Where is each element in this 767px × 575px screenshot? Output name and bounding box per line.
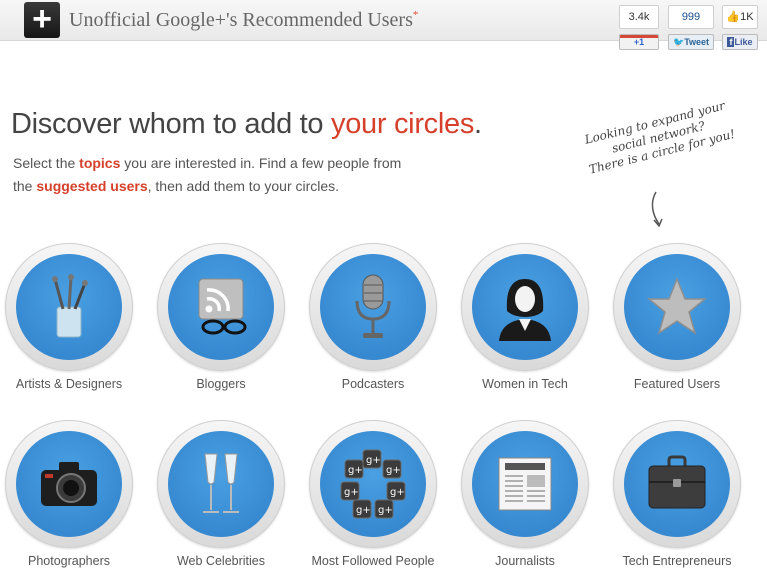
- category-ring[interactable]: [5, 243, 133, 371]
- category-disc: [624, 431, 730, 537]
- category-web-celebrities[interactable]: Web Celebrities: [146, 420, 296, 568]
- category-ring[interactable]: [461, 243, 589, 371]
- champagne-icon: [203, 453, 239, 513]
- headline-suffix: .: [474, 108, 482, 140]
- tweet-count: 999: [668, 5, 714, 29]
- svg-text:g+: g+: [344, 487, 359, 498]
- intro-text: Select the topics you are interested in.…: [13, 152, 473, 198]
- category-featured-users[interactable]: Featured Users: [602, 243, 752, 391]
- like-count-text: 1K: [740, 11, 754, 23]
- category-label[interactable]: Tech Entrepreneurs: [602, 554, 752, 568]
- woman-icon: [499, 279, 551, 341]
- category-disc: [168, 431, 274, 537]
- intro-part-2: you are interested in. Find a few people…: [120, 155, 402, 171]
- briefcase-icon: [648, 455, 706, 509]
- category-label[interactable]: Artists & Designers: [0, 377, 144, 391]
- rss-glasses-icon: [198, 278, 247, 335]
- category-disc: [16, 431, 122, 537]
- category-journalists[interactable]: Journalists: [450, 420, 600, 568]
- page-headline: Discover whom to add to your circles.: [11, 108, 482, 141]
- category-label[interactable]: Most Followed People: [298, 554, 448, 568]
- category-photographers[interactable]: Photographers: [0, 420, 144, 568]
- star-icon: [646, 276, 708, 335]
- category-disc: [320, 254, 426, 360]
- category-ring[interactable]: g+ g+ g+ g+ g+ g+ g+: [309, 420, 437, 548]
- category-label[interactable]: Web Celebrities: [146, 554, 296, 568]
- like-count: 👍1K: [722, 5, 758, 29]
- headline-prefix: Discover whom to add to: [11, 108, 331, 140]
- category-disc: [472, 254, 578, 360]
- headline-accent: your circles: [331, 108, 475, 140]
- newspaper-icon: [498, 457, 552, 511]
- category-disc: [472, 431, 578, 537]
- svg-text:g+: g+: [378, 505, 393, 516]
- like-label: Like: [734, 37, 753, 47]
- intro-part-3: the: [13, 178, 37, 194]
- microphone-icon: [355, 274, 391, 338]
- camera-icon: [41, 462, 97, 506]
- plusone-count: 3.4k: [619, 5, 659, 29]
- handwritten-note: Looking to expand your social network? T…: [556, 92, 761, 184]
- category-label[interactable]: Featured Users: [602, 377, 752, 391]
- app-title: Unofficial Google+'s Recommended Users*: [69, 9, 418, 32]
- category-disc: [16, 254, 122, 360]
- svg-text:g+: g+: [390, 487, 405, 498]
- category-bloggers[interactable]: Bloggers: [146, 243, 296, 391]
- category-label[interactable]: Women in Tech: [450, 377, 600, 391]
- thumbs-up-icon: 👍: [726, 11, 741, 23]
- category-ring[interactable]: [5, 420, 133, 548]
- category-ring[interactable]: [613, 243, 741, 371]
- category-ring[interactable]: [309, 243, 437, 371]
- category-ring[interactable]: [613, 420, 741, 548]
- category-ring[interactable]: [157, 243, 285, 371]
- category-podcasters[interactable]: Podcasters: [298, 243, 448, 391]
- category-tech-entrepreneurs[interactable]: Tech Entrepreneurs: [602, 420, 752, 568]
- category-artists-designers[interactable]: Artists & Designers: [0, 243, 144, 391]
- google-plus-cluster-icon: g+g+g+ g+g+g+g+: [340, 449, 406, 519]
- intro-topics-highlight: topics: [79, 155, 121, 171]
- twitter-bird-icon: 🐦: [672, 37, 685, 47]
- required-mark: *: [412, 9, 419, 21]
- brushes-icon: [52, 274, 88, 338]
- intro-part-4: , then add them to your circles.: [147, 178, 340, 194]
- plusone-button[interactable]: +1: [619, 34, 659, 50]
- like-button[interactable]: f Like: [722, 34, 758, 50]
- app-title-text: Unofficial Google+'s Recommended Users: [69, 9, 413, 31]
- svg-text:g+: g+: [386, 465, 401, 476]
- category-disc: [624, 254, 730, 360]
- curved-arrow-icon: [651, 191, 663, 228]
- intro-part-1: Select the: [13, 155, 80, 171]
- category-label[interactable]: Bloggers: [146, 377, 296, 391]
- app-logo[interactable]: +: [24, 2, 60, 38]
- intro-suggested-highlight: suggested users: [36, 178, 148, 194]
- category-ring[interactable]: [461, 420, 589, 548]
- category-label[interactable]: Podcasters: [298, 377, 448, 391]
- category-most-followed-people[interactable]: g+ g+ g+ g+ g+ g+ g+ Most Followed People: [298, 420, 448, 568]
- svg-text:g+: g+: [356, 505, 371, 516]
- top-bar: + Unofficial Google+'s Recommended Users…: [0, 0, 767, 50]
- category-disc: g+ g+ g+ g+ g+ g+ g+: [320, 431, 426, 537]
- category-women-in-tech[interactable]: Women in Tech: [450, 243, 600, 391]
- category-label[interactable]: Photographers: [0, 554, 144, 568]
- tweet-label: Tweet: [684, 37, 710, 47]
- category-ring[interactable]: [157, 420, 285, 548]
- category-label[interactable]: Journalists: [450, 554, 600, 568]
- tweet-button[interactable]: 🐦Tweet: [668, 34, 714, 50]
- category-disc: [168, 254, 274, 360]
- svg-text:g+: g+: [366, 455, 381, 466]
- svg-text:g+: g+: [348, 465, 363, 476]
